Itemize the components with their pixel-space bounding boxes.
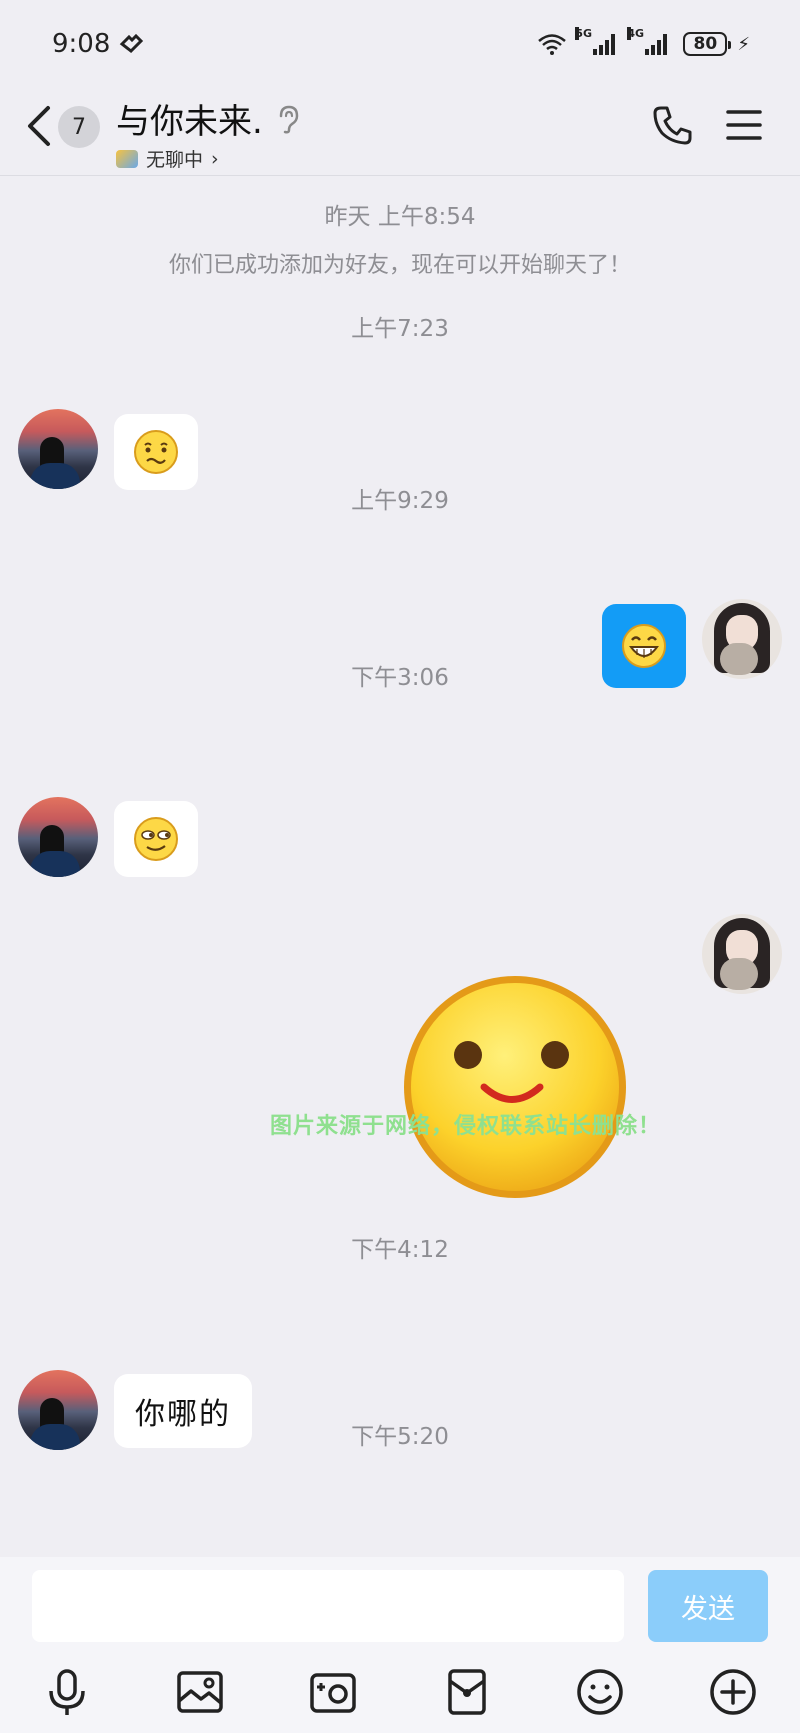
red-packet-icon[interactable] xyxy=(442,1667,492,1717)
signal-4g-icon: 4G xyxy=(627,27,668,55)
emoji-icon[interactable] xyxy=(575,1667,625,1717)
status-bar: 9:08 5G 4G 80 ⚡ xyxy=(0,0,800,88)
chat-title: 与你未来. xyxy=(116,102,263,142)
watermark-text: 图片来源于网络，侵权联系站长删除！ xyxy=(270,1114,662,1139)
timestamp: 上午9:29 xyxy=(351,488,449,514)
ear-icon xyxy=(279,105,299,133)
camera-icon[interactable] xyxy=(308,1667,358,1717)
wifi-icon xyxy=(538,34,567,55)
timestamp: 上午7:23 xyxy=(351,316,449,342)
chat-subtitle: 无聊中 xyxy=(146,149,204,171)
message-bubble[interactable] xyxy=(114,801,198,877)
status-emoji-icon xyxy=(116,149,138,168)
back-icon[interactable] xyxy=(24,104,54,148)
status-time: 9:08 xyxy=(52,29,111,59)
message-input[interactable] xyxy=(32,1570,624,1642)
signal-5g-icon: 5G xyxy=(575,27,616,55)
message-list[interactable]: 昨天 上午8:54 你们已成功添加为好友，现在可以开始聊天了！ 上午7:23 上… xyxy=(0,177,800,1557)
contact-avatar[interactable] xyxy=(18,797,98,877)
plus-icon[interactable] xyxy=(708,1667,758,1717)
menu-icon[interactable] xyxy=(726,108,762,142)
mic-icon[interactable] xyxy=(42,1667,92,1717)
image-icon[interactable] xyxy=(175,1667,225,1717)
battery-indicator: 80 xyxy=(683,32,732,56)
timestamp: 下午4:12 xyxy=(351,1237,449,1263)
big-smiley-sticker[interactable] xyxy=(400,972,630,1202)
chat-header: 7 与你未来. 无聊中 › xyxy=(0,88,800,176)
input-toolbar xyxy=(0,1667,800,1723)
send-button[interactable]: 发送 xyxy=(648,1570,768,1642)
phone-icon[interactable] xyxy=(652,104,694,146)
chat-title-block[interactable]: 与你未来. 无聊中 › xyxy=(116,94,301,172)
subtitle-arrow: › xyxy=(211,147,219,170)
smirk-emoji-icon xyxy=(134,817,178,861)
worried-emoji-icon xyxy=(134,430,178,474)
unread-count-badge[interactable]: 7 xyxy=(58,106,100,148)
timestamp: 下午3:06 xyxy=(351,665,449,691)
heart-status-icon xyxy=(120,33,144,53)
message-bubble[interactable] xyxy=(114,414,198,490)
contact-avatar[interactable] xyxy=(18,409,98,489)
self-avatar[interactable] xyxy=(702,914,782,994)
charging-icon: ⚡ xyxy=(737,33,750,55)
system-message: 你们已成功添加为好友，现在可以开始聊天了！ xyxy=(168,253,631,278)
timestamp: 下午5:20 xyxy=(351,1424,449,1450)
timestamp: 昨天 上午8:54 xyxy=(324,204,476,230)
input-bar: 发送 xyxy=(0,1557,800,1733)
